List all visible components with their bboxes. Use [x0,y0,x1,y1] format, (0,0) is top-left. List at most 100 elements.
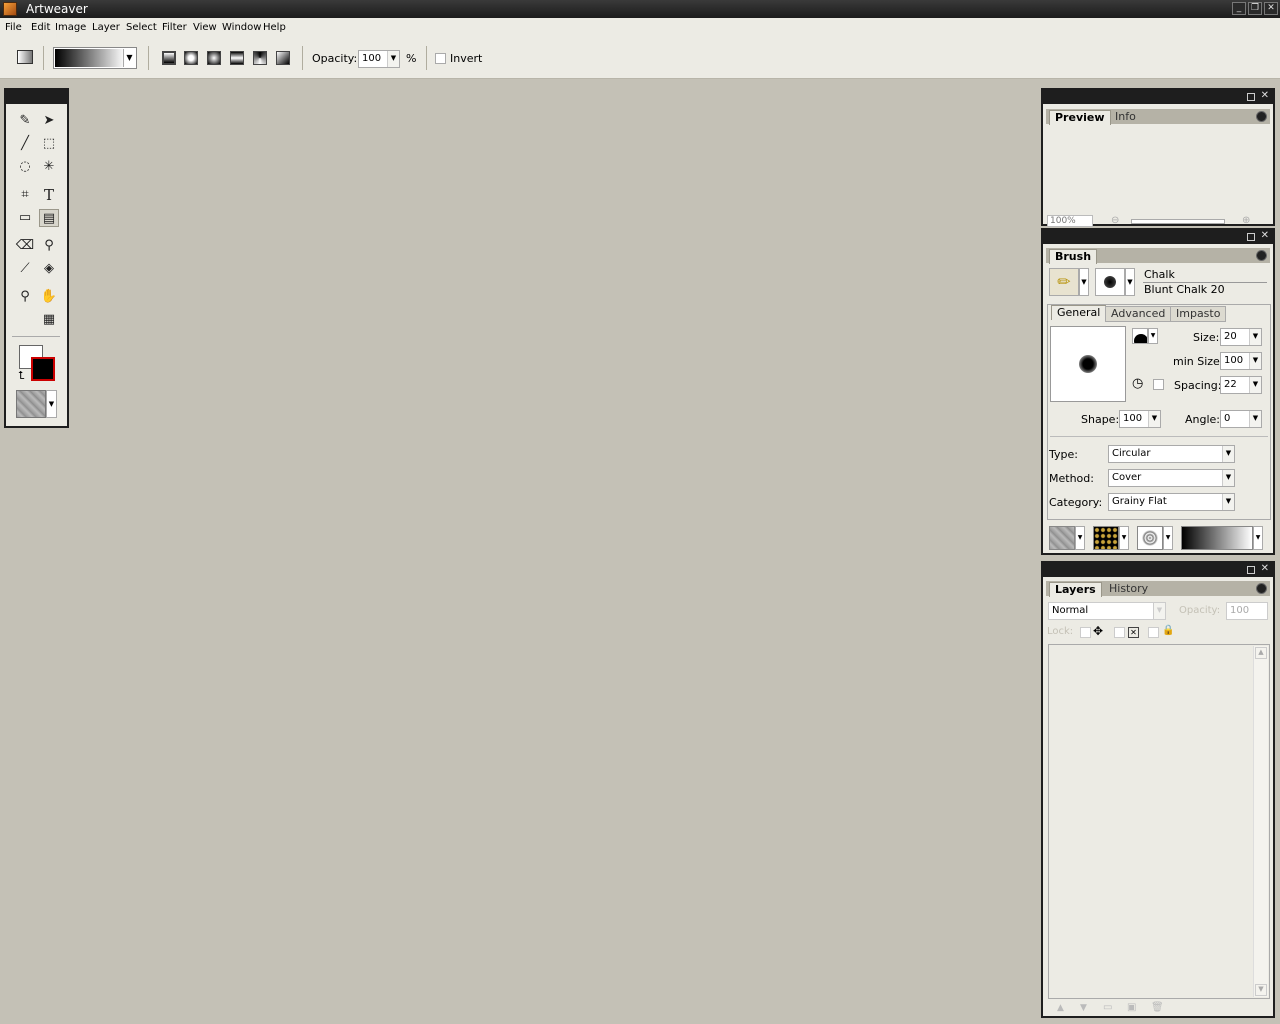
blend-mode-select[interactable]: Normal ▼ [1048,602,1166,620]
lock-all-checkbox[interactable] [1148,627,1159,638]
chevron-down-icon[interactable]: ▼ [1249,411,1261,427]
size-combo[interactable]: 20 ▼ [1220,328,1262,346]
chevron-down-icon[interactable]: ▼ [387,51,399,67]
menu-filter[interactable]: Filter [162,22,187,33]
brush-variant-icon[interactable] [1095,268,1125,296]
lock-position-checkbox[interactable] [1114,627,1125,638]
spacing-combo[interactable]: 22 ▼ [1220,376,1262,394]
eyedropper-tool-icon[interactable]: ⟋ [15,260,35,278]
menu-layer[interactable]: Layer [92,22,120,33]
minimize-panel-icon[interactable] [1247,233,1255,241]
chevron-down-icon[interactable]: ▼ [1148,411,1160,427]
move-layer-up-icon[interactable]: ▲ [1057,1003,1064,1013]
rectangle-tool-icon[interactable]: ▭ [15,209,35,227]
tab-advanced[interactable]: Advanced [1105,306,1172,322]
tab-preview[interactable]: Preview [1049,110,1111,125]
zoom-in-icon[interactable]: ⊕ [1242,215,1250,226]
preview-zoom-slider[interactable] [1131,219,1225,224]
menu-help[interactable]: Help [263,22,286,33]
crop-tool-icon[interactable]: ⌗ [15,186,35,204]
type-select[interactable]: Circular ▼ [1108,445,1235,463]
close-panel-icon[interactable]: ✕ [1261,90,1269,101]
tab-info[interactable]: Info [1110,110,1141,124]
diagonal-gradient-icon[interactable] [276,51,290,65]
layers-list[interactable]: ▲ ▼ [1048,644,1270,999]
hand-tool-icon[interactable]: ✋ [39,288,59,306]
linear-gradient-icon[interactable] [162,51,176,65]
angle-combo[interactable]: 0 ▼ [1220,410,1262,428]
panel-header[interactable]: ✕ [1043,90,1273,104]
brush-profile-icon[interactable] [1132,328,1148,344]
chevron-down-icon[interactable]: ▼ [1222,470,1234,486]
chevron-down-icon[interactable]: ▼ [1163,526,1173,550]
method-select[interactable]: Cover ▼ [1108,469,1235,487]
layers-scrollbar[interactable]: ▲ ▼ [1253,646,1268,997]
panel-menu-icon[interactable] [1256,111,1267,122]
minimize-panel-icon[interactable] [1247,93,1255,101]
lock-transparency-checkbox[interactable] [1080,627,1091,638]
chevron-down-icon[interactable]: ▼ [1079,268,1089,296]
tab-brush[interactable]: Brush [1049,249,1098,264]
close-panel-icon[interactable]: ✕ [1261,563,1269,574]
pattern-swatch[interactable] [1093,526,1119,550]
menu-window[interactable]: Window [222,22,261,33]
menu-edit[interactable]: Edit [31,22,50,33]
paint-bucket-tool-icon[interactable]: ◈ [39,260,59,278]
chevron-down-icon[interactable]: ▼ [1249,329,1261,345]
menu-view[interactable]: View [193,22,217,33]
toolbox-header[interactable] [6,90,67,104]
spiral-gradient-icon[interactable] [253,51,267,65]
chevron-down-icon[interactable]: ▼ [1148,328,1158,344]
background-color-swatch[interactable] [31,357,55,381]
gradient-swatch[interactable] [1181,526,1253,550]
zoom-tool-icon[interactable]: ⚲ [15,288,35,306]
new-folder-icon[interactable]: ▭ [1103,1002,1112,1013]
move-layer-down-icon[interactable]: ▼ [1080,1003,1087,1013]
tab-history[interactable]: History [1104,582,1153,596]
minimize-button[interactable]: _ [1232,2,1246,15]
lasso-tool-icon[interactable]: ◌ [15,158,35,176]
invert-checkbox[interactable] [435,53,446,64]
chevron-down-icon[interactable]: ▼ [1249,377,1261,393]
category-select[interactable]: Grainy Flat ▼ [1108,493,1235,511]
reflected-gradient-icon[interactable] [230,51,244,65]
brush-variant-label[interactable]: Blunt Chalk 20 [1144,283,1225,296]
scroll-up-icon[interactable]: ▲ [1255,647,1267,659]
panel-menu-icon[interactable] [1256,250,1267,261]
menu-file[interactable]: File [5,22,22,33]
chevron-down-icon[interactable]: ▼ [1253,526,1263,550]
brush-category-icon[interactable]: ✏ [1049,268,1079,296]
radial-gradient-icon[interactable] [184,51,198,65]
new-layer-icon[interactable]: ▣ [1127,1002,1136,1013]
gradient-tool-icon[interactable]: ▤ [39,209,59,227]
rect-select-tool-icon[interactable]: ⬚ [39,135,59,153]
paper-texture-swatch[interactable] [1049,526,1075,550]
move-tool-icon[interactable]: ➤ [39,112,59,130]
chevron-down-icon[interactable]: ▼ [123,49,135,67]
panel-header[interactable]: ✕ [1043,563,1273,577]
opacity-combo[interactable]: 100 ▼ [358,50,400,68]
minimize-panel-icon[interactable] [1247,566,1255,574]
scroll-down-icon[interactable]: ▼ [1255,984,1267,996]
tab-impasto[interactable]: Impasto [1170,306,1227,322]
brush-category-label[interactable]: Chalk [1144,268,1175,281]
paper-texture-swatch[interactable] [16,390,46,418]
gradient-picker[interactable]: ▼ [53,47,137,69]
grid-tool-icon[interactable]: ▦ [39,311,59,329]
chevron-down-icon[interactable]: ▼ [1075,526,1085,550]
shape-combo[interactable]: 100 ▼ [1119,410,1161,428]
swap-colors-icon[interactable]: ⮤ [18,369,25,383]
nozzle-swatch[interactable] [1137,526,1163,550]
menu-select[interactable]: Select [126,22,157,33]
chevron-down-icon[interactable]: ▼ [1119,526,1129,550]
tab-general[interactable]: General [1051,305,1107,320]
chevron-down-icon[interactable]: ▼ [1222,494,1234,510]
line-tool-icon[interactable]: ╱ [15,135,35,153]
eraser-tool-icon[interactable]: ⌫ [15,237,35,255]
clone-stamp-tool-icon[interactable]: ⚲ [39,237,59,255]
zoom-out-icon[interactable]: ⊖ [1111,215,1119,226]
chevron-down-icon[interactable]: ▼ [46,390,57,418]
pressure-checkbox[interactable] [1153,379,1164,390]
magic-wand-tool-icon[interactable]: ✳ [39,158,59,176]
square-gradient-icon[interactable] [207,51,221,65]
